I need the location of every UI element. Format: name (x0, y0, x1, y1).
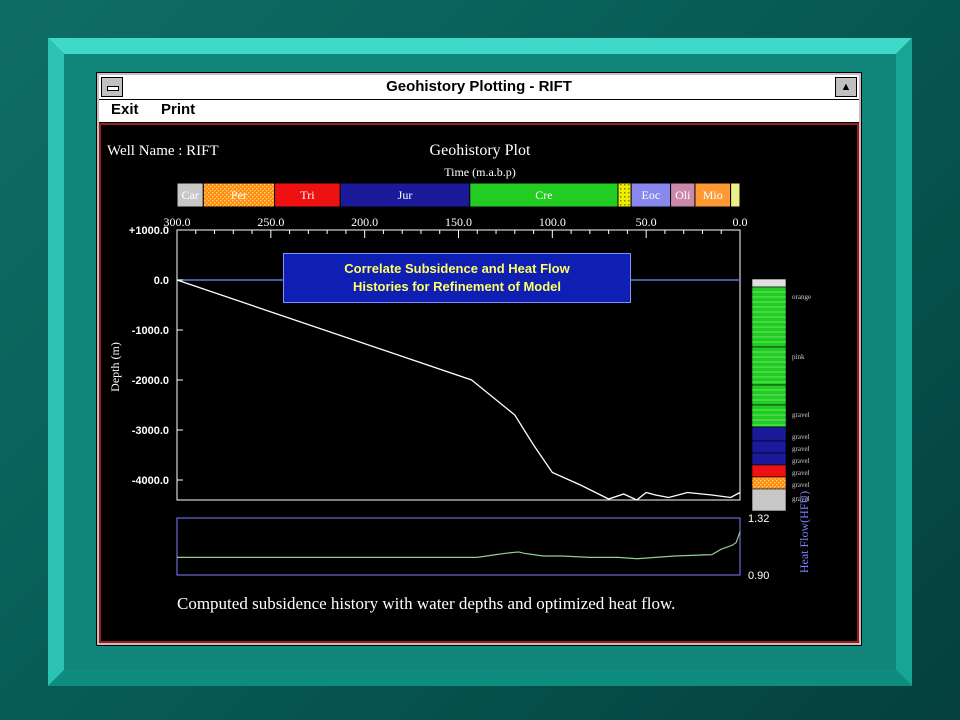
x-tick-label: 250.0 (257, 215, 284, 229)
x-tick-label: 50.0 (636, 215, 657, 229)
callout-line-2: Histories for Refinement of Model (352, 279, 562, 294)
lithology-label: gravel (792, 481, 810, 489)
y-tick-label: 0.0 (154, 275, 169, 287)
lithology-cell (751, 404, 787, 428)
lithology-cell (751, 476, 787, 490)
lithology-column: orange pink gravel gravel gravel gravel gravel… (751, 278, 811, 512)
hf-tick-label: 1.32 (748, 513, 769, 525)
x-tick-label: 150.0 (445, 215, 472, 229)
depth-axis-label: Depth (m) (108, 342, 122, 392)
heat-flow-plot: 1.32 0.90 (176, 513, 769, 582)
y-tick-label: +1000.0 (129, 225, 169, 237)
x-tick-label: 100.0 (539, 215, 566, 229)
lithology-label: orange (792, 293, 811, 301)
period-band-5 (617, 182, 632, 208)
lithology-cell (751, 452, 787, 466)
lithology-label: gravel (792, 457, 810, 465)
lithology-cell (751, 426, 787, 442)
lithology-cell (751, 346, 787, 386)
x-tick-label: 0.0 (733, 215, 748, 229)
subsidence-curve (176, 279, 741, 501)
heat-flow-axis-label: Heat Flow(HFU) (797, 491, 811, 573)
lithology-cell (751, 464, 787, 478)
x-axis: 300.0 250.0 200.0 150.0 100.0 50.0 0.0 (164, 215, 748, 238)
callout-box: Correlate Subsidence and Heat Flow Histo… (283, 253, 631, 303)
subsidence-line (176, 279, 741, 501)
period-label: Per (231, 188, 247, 202)
period-label: Mio (703, 188, 723, 202)
lithology-label: gravel (792, 469, 810, 477)
y-tick-label: -3000.0 (132, 425, 169, 437)
y-tick-label: -2000.0 (132, 375, 169, 387)
y-tick-label: -4000.0 (132, 475, 169, 487)
geohistory-plot: Well Name : RIFT Geohistory Plot Time (m… (107, 142, 811, 613)
x-tick-label: 200.0 (351, 215, 378, 229)
period-bar: Car Per Tri Jur Cre Eoc Oli Mio (176, 182, 741, 208)
lithology-label: gravel (792, 411, 810, 419)
lithology-cell (751, 440, 787, 454)
lithology-cell (751, 488, 787, 512)
lithology-label: gravel (792, 445, 810, 453)
period-label: Jur (398, 188, 413, 202)
callout-line-1: Correlate Subsidence and Heat Flow (344, 261, 570, 276)
y-axis: +1000.0 0.0 -1000.0 -2000.0 -3000.0 -4000.0 (129, 225, 183, 487)
period-label: Cre (535, 188, 552, 202)
period-label: Car (181, 188, 198, 202)
heat-flow-border (176, 517, 741, 576)
plot-caption: Computed subsidence history with water d… (177, 594, 675, 613)
well-name-label: Well Name : RIFT (107, 143, 219, 159)
hf-tick-label: 0.90 (748, 570, 769, 582)
period-band-9 (730, 182, 741, 208)
y-tick-label: -1000.0 (132, 325, 169, 337)
lithology-cell (751, 278, 787, 288)
lithology-label: pink (792, 353, 805, 361)
lithology-label: gravel (792, 433, 810, 441)
heat-flow-line (177, 531, 741, 560)
period-label: Tri (300, 188, 315, 202)
plot-title: Geohistory Plot (430, 142, 531, 159)
time-axis-label: Time (m.a.b.p) (444, 165, 516, 179)
period-label: Oli (675, 188, 691, 202)
period-label: Eoc (642, 188, 661, 202)
